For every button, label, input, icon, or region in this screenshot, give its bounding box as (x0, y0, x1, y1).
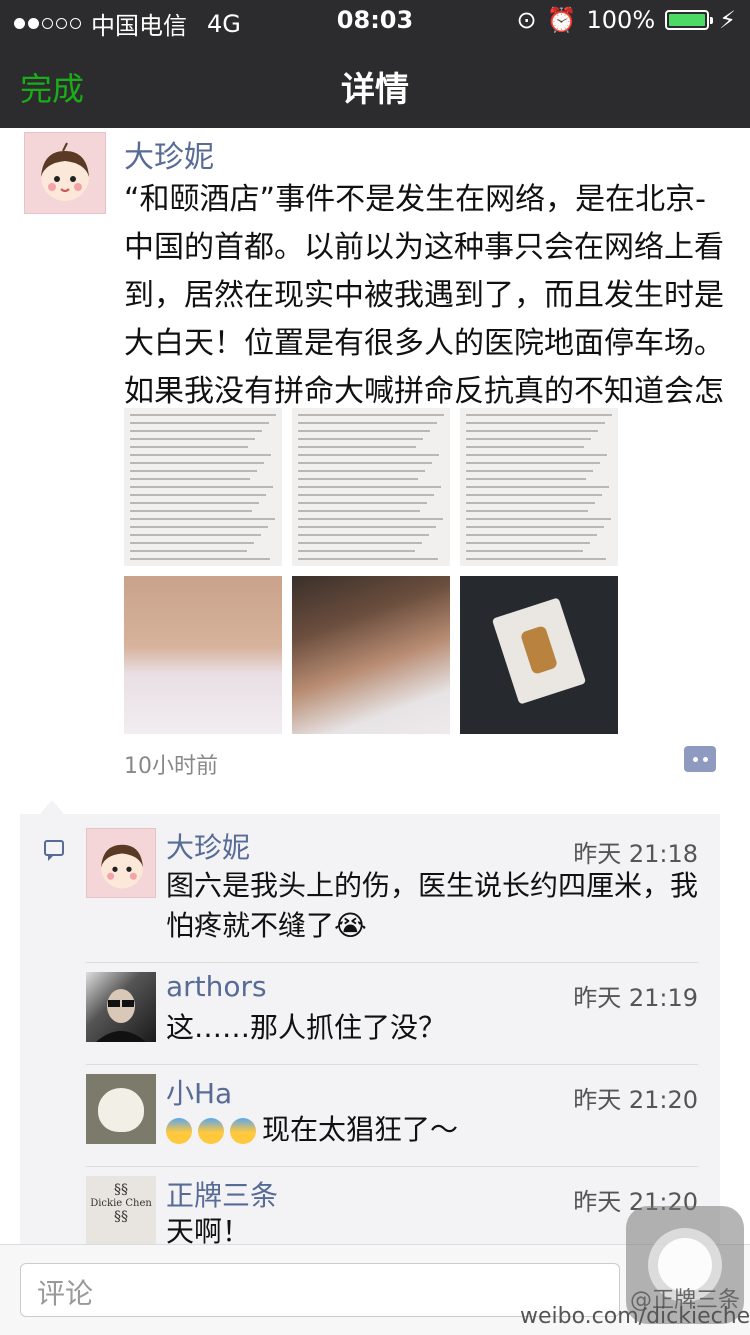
comment-avatar[interactable]: §§ Dickie Chen §§ (86, 1176, 156, 1246)
alarm-icon: ⏰ (546, 6, 577, 34)
document-text-line (466, 430, 598, 432)
top-bar: 中国电信 4G 08:03 ⊙ ⏰ 100% ⚡ 完成 详情 (0, 0, 750, 128)
document-text-line (466, 478, 586, 480)
document-text-line (130, 542, 254, 544)
post-image-document-2[interactable] (292, 408, 450, 566)
document-text-line (466, 534, 597, 536)
comment-divider (86, 1064, 698, 1065)
comment-text: 现在太猖狂了～ (262, 1113, 459, 1146)
document-text-line (466, 414, 612, 416)
document-text-line (298, 558, 438, 560)
document-text-line (466, 462, 600, 464)
document-text-line (130, 454, 271, 456)
document-text-line (298, 470, 425, 472)
document-text-line (466, 550, 583, 552)
document-text-line (298, 462, 432, 464)
post-image-neck-injury[interactable] (292, 576, 450, 734)
document-text-line (298, 502, 427, 504)
document-text-line (130, 526, 268, 528)
post-image-document-1[interactable] (124, 408, 282, 566)
comments-arrow (40, 800, 64, 814)
document-text-line (466, 454, 607, 456)
document-text-line (466, 510, 588, 512)
status-bar: 中国电信 4G 08:03 ⊙ ⏰ 100% ⚡ (0, 0, 750, 40)
document-text-line (298, 414, 444, 416)
document-text-line (298, 518, 443, 520)
comment-author[interactable]: 正牌三条 (166, 1174, 278, 1214)
document-text-line (466, 494, 602, 496)
document-text-line (130, 446, 248, 448)
post-image-document-3[interactable] (460, 408, 618, 566)
document-text-line (130, 430, 262, 432)
document-text-line (298, 534, 429, 536)
document-text-line (466, 422, 605, 424)
avatar-text: Dickie Chen (90, 1198, 152, 1209)
comment-bubble-icon (44, 840, 64, 861)
comment-author[interactable]: arthors (166, 970, 267, 1003)
comment-author[interactable]: 大珍妮 (166, 826, 250, 866)
comment-divider (86, 1166, 698, 1167)
document-text-line (298, 542, 422, 544)
document-text-line (130, 558, 270, 560)
document-text-line (130, 502, 259, 504)
document-text-line (466, 470, 593, 472)
document-text-line (130, 438, 255, 440)
document-text-line (298, 550, 415, 552)
scream-emoji-icon (198, 1118, 224, 1144)
scream-emoji-icon (166, 1118, 192, 1144)
document-text-line (130, 518, 275, 520)
document-text-line (130, 470, 257, 472)
comment-avatar[interactable] (86, 1074, 156, 1144)
watermark-url: weibo.com/dickiechen (520, 1304, 750, 1329)
post-author-name[interactable]: 大珍妮 (124, 132, 214, 176)
comment-text: 图六是我头上的伤，医生说长约四厘米，我怕疼就不缝了😭 (166, 869, 699, 942)
rotation-lock-icon: ⊙ (516, 6, 537, 34)
comment-text-row: 现在太猖狂了～ (166, 1110, 706, 1150)
document-text-line (466, 558, 606, 560)
document-text-line (466, 438, 591, 440)
document-text-line (130, 510, 252, 512)
document-text-line (130, 534, 261, 536)
comment-menu-button[interactable] (684, 746, 716, 772)
document-text-line (466, 502, 595, 504)
scream-emoji-icon (230, 1118, 256, 1144)
document-text-line (130, 494, 266, 496)
post-image-bloody-gauze[interactable] (460, 576, 618, 734)
comment-text: 这……那人抓住了没？ (166, 1011, 447, 1044)
post-timestamp: 10小时前 (124, 754, 218, 779)
comment-avatar[interactable] (86, 972, 156, 1042)
document-text-line (298, 430, 430, 432)
document-text-line (466, 486, 609, 488)
comment-divider (86, 962, 698, 963)
battery-percent: 100% (586, 6, 656, 34)
battery-icon (665, 10, 714, 30)
document-text-line (298, 478, 418, 480)
document-text-line (298, 510, 420, 512)
document-text-line (466, 446, 584, 448)
document-text-line (298, 438, 423, 440)
document-text-line (298, 446, 416, 448)
post-image-face-injury[interactable] (124, 576, 282, 734)
document-text-line (466, 526, 604, 528)
document-text-line (298, 486, 441, 488)
document-text-line (298, 454, 439, 456)
comment-time: 昨天 21:18 (573, 840, 698, 868)
document-text-line (298, 526, 436, 528)
document-text-line (130, 462, 264, 464)
document-text-line (130, 550, 247, 552)
comment-avatar[interactable] (86, 828, 156, 898)
document-text-line (130, 478, 250, 480)
document-text-line (130, 486, 273, 488)
document-text-line (466, 542, 590, 544)
comment-author[interactable]: 小Ha (166, 1072, 232, 1112)
page-title: 详情 (341, 70, 409, 110)
document-text-line (130, 414, 276, 416)
document-text-line (298, 422, 437, 424)
document-text-line (130, 422, 269, 424)
document-text-line (298, 494, 434, 496)
author-avatar[interactable] (24, 132, 106, 214)
document-text-line (466, 518, 611, 520)
charging-icon: ⚡ (719, 6, 736, 34)
